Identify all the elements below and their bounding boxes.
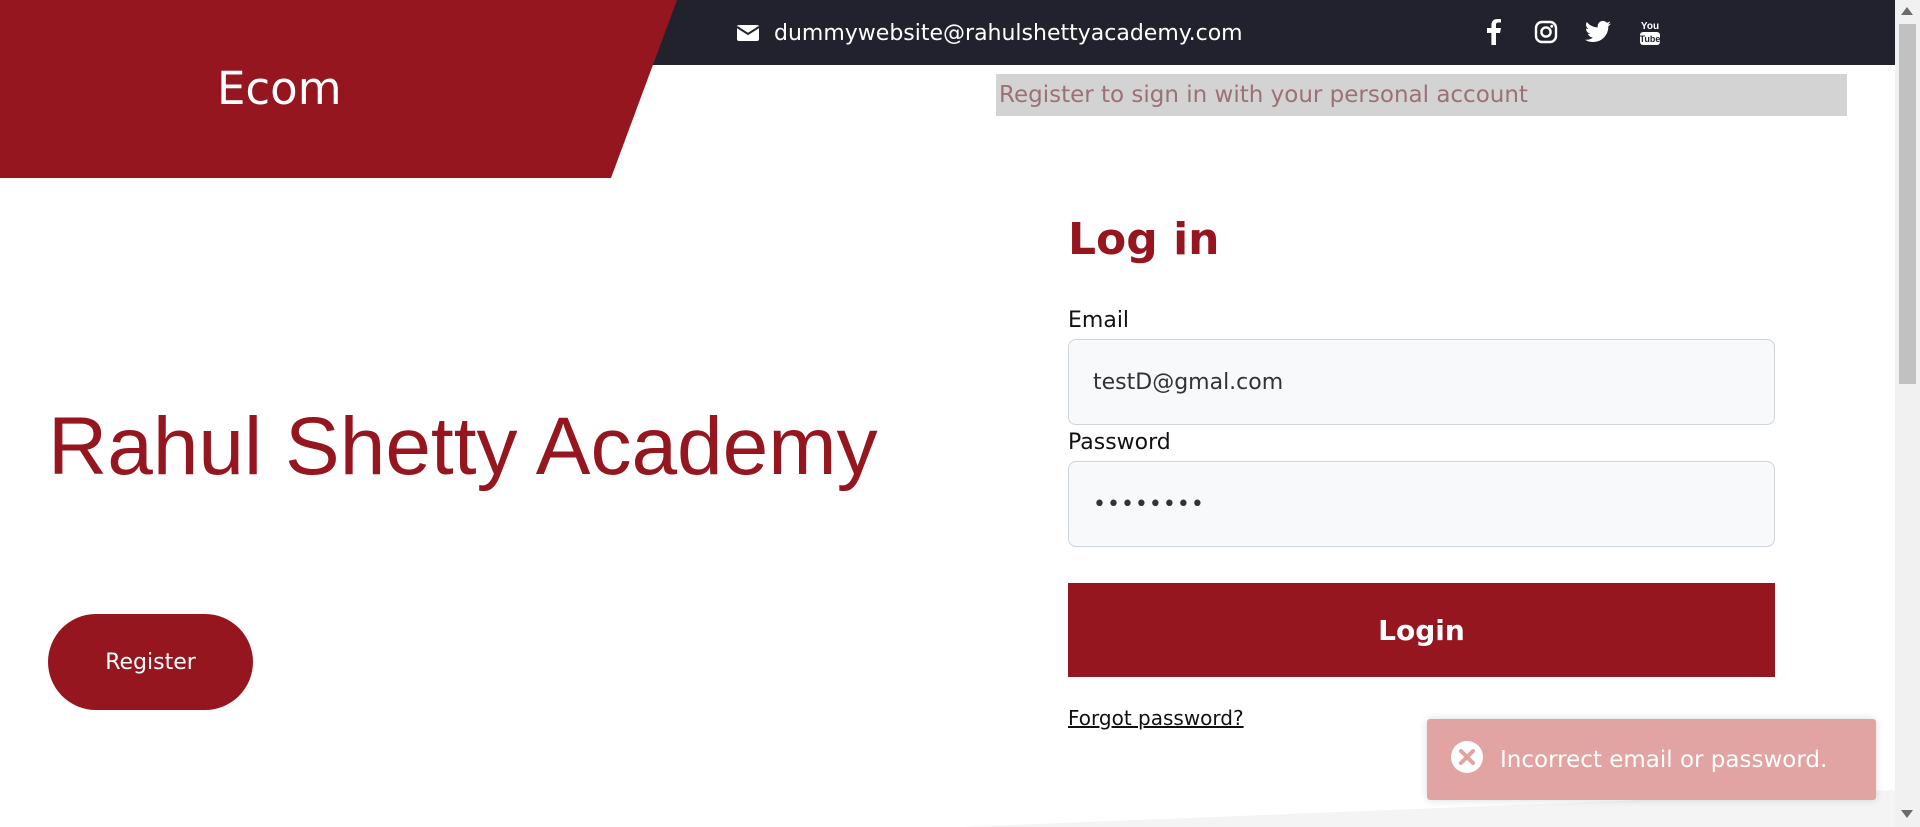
password-label: Password xyxy=(1068,430,1171,455)
login-button[interactable]: Login xyxy=(1068,583,1775,677)
social-links: You Tube xyxy=(1480,14,1664,50)
register-button[interactable]: Register xyxy=(48,614,253,710)
password-field[interactable] xyxy=(1068,461,1775,547)
instagram-icon[interactable] xyxy=(1532,14,1560,50)
twitter-icon[interactable] xyxy=(1584,14,1612,50)
svg-text:Tube: Tube xyxy=(1640,34,1661,44)
contact-email: dummywebsite@rahulshettyacademy.com xyxy=(736,16,1243,50)
envelope-icon xyxy=(736,23,760,43)
hero-title: Rahul Shetty Academy xyxy=(48,401,878,492)
forgot-password-link[interactable]: Forgot password? xyxy=(1068,706,1244,730)
email-field[interactable] xyxy=(1068,339,1775,425)
error-toast[interactable]: Incorrect email or password. xyxy=(1427,719,1876,800)
tagline: Register to sign in with your personal a… xyxy=(996,74,1847,116)
svg-text:You: You xyxy=(1641,21,1659,32)
facebook-icon[interactable] xyxy=(1480,14,1508,50)
scroll-down-icon[interactable] xyxy=(1901,810,1913,818)
toast-message: Incorrect email or password. xyxy=(1500,746,1828,773)
youtube-icon[interactable]: You Tube xyxy=(1636,14,1664,50)
contact-email-text: dummywebsite@rahulshettyacademy.com xyxy=(774,20,1243,46)
login-heading: Log in xyxy=(1068,214,1220,265)
brand-logo[interactable]: Ecom xyxy=(217,62,342,115)
scrollbar-thumb[interactable] xyxy=(1899,24,1916,384)
email-label: Email xyxy=(1068,308,1130,333)
scroll-up-icon[interactable] xyxy=(1901,7,1913,15)
error-circle-icon xyxy=(1450,740,1484,780)
